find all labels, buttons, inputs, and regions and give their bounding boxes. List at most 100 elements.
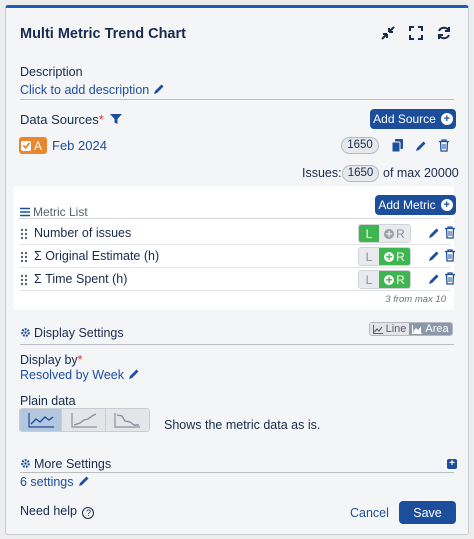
- drag-handle-icon[interactable]: [20, 274, 28, 286]
- metric-list-label: Metric List: [33, 205, 88, 219]
- right-axis-label: R: [396, 249, 405, 264]
- filter-icon[interactable]: [110, 113, 123, 125]
- save-button[interactable]: Save: [399, 501, 456, 524]
- gear-icon: [20, 327, 31, 338]
- cancel-button[interactable]: Cancel: [350, 506, 389, 520]
- right-axis-toggle[interactable]: + R: [379, 225, 410, 242]
- required-mark: *: [98, 112, 104, 127]
- edit-metric-icon[interactable]: [428, 272, 440, 285]
- drag-handle-icon[interactable]: [20, 251, 28, 263]
- need-help-label: Need help: [20, 504, 77, 518]
- delete-metric-icon[interactable]: [444, 249, 456, 262]
- right-axis-label: R: [396, 272, 405, 287]
- metric-list-header: Metric List: [20, 205, 88, 219]
- plus-icon: +: [384, 249, 395, 264]
- area-toggle-label: Area: [425, 323, 449, 335]
- chart-config-panel: Multi Metric Trend Chart Description Cli…: [5, 5, 469, 535]
- drag-handle-icon[interactable]: [20, 228, 28, 240]
- fullscreen-icon[interactable]: [408, 25, 424, 41]
- plain-data-label: Plain data: [20, 394, 76, 408]
- metric-row: Number of issues L + R: [20, 223, 455, 245]
- add-source-label: Add Source: [373, 112, 436, 126]
- area-chart-icon: [412, 324, 423, 334]
- pencil-icon: [153, 83, 165, 95]
- plus-icon: +: [384, 226, 395, 241]
- source-badge[interactable]: A: [19, 137, 47, 154]
- check-icon: [21, 140, 31, 151]
- plus-icon: +: [440, 199, 453, 211]
- display-by-label: Display by*: [20, 353, 83, 367]
- edit-metric-icon[interactable]: [428, 226, 440, 239]
- display-by-link[interactable]: Resolved by Week: [20, 367, 140, 382]
- refresh-icon[interactable]: [436, 25, 452, 41]
- delete-metric-icon[interactable]: [444, 226, 456, 239]
- plus-icon: +: [384, 272, 395, 287]
- display-settings-label: Display Settings: [34, 326, 124, 340]
- expand-more-settings-icon[interactable]: +: [447, 459, 457, 469]
- plain-data-description: Shows the metric data as is.: [164, 418, 321, 432]
- metric-list-panel: Metric List Add Metric + Number of issues…: [14, 186, 456, 310]
- gear-icon: [20, 458, 31, 469]
- right-axis-toggle[interactable]: + R: [379, 271, 410, 288]
- add-source-button[interactable]: Add Source +: [370, 109, 456, 129]
- axis-toggle: L + R: [358, 224, 411, 243]
- display-settings-header: Display Settings: [20, 326, 124, 340]
- display-by-value: Resolved by Week: [20, 368, 124, 382]
- edit-source-icon[interactable]: [415, 139, 427, 152]
- issues-max: of max 20000: [383, 166, 459, 180]
- pencil-icon: [128, 368, 140, 380]
- axis-toggle: L + R: [358, 247, 411, 266]
- edit-metric-icon[interactable]: [428, 249, 440, 262]
- add-metric-label: Add Metric: [378, 198, 436, 212]
- metric-name: Number of issues: [34, 226, 132, 240]
- display-settings-underline: [20, 344, 454, 345]
- metric-name: Σ Time Spent (h): [34, 272, 128, 286]
- panel-title: Multi Metric Trend Chart: [20, 26, 186, 42]
- plus-icon: +: [440, 113, 453, 125]
- data-sources-label-text: Data Sources: [20, 112, 99, 127]
- list-icon: [20, 206, 30, 217]
- add-metric-button[interactable]: Add Metric +: [375, 195, 456, 215]
- more-settings-underline: [20, 472, 454, 473]
- data-sources-label: Data Sources*: [20, 112, 123, 127]
- mode-plain[interactable]: [20, 409, 63, 431]
- mode-remaining[interactable]: [105, 409, 149, 431]
- left-axis-toggle[interactable]: L: [359, 271, 379, 288]
- metric-row: Σ Original Estimate (h) L + R: [20, 246, 455, 268]
- need-help-link[interactable]: Need help ?: [20, 504, 95, 519]
- description-label: Description: [20, 65, 83, 79]
- line-chart-icon: [372, 324, 383, 334]
- required-mark: *: [77, 353, 83, 367]
- pencil-icon: [78, 475, 90, 487]
- header-icons: [380, 25, 452, 41]
- cumulative-line-icon: [70, 412, 98, 428]
- metric-list-divider: [18, 218, 450, 219]
- description-link-text: Click to add description: [20, 83, 150, 97]
- source-count: 1650: [341, 137, 379, 154]
- source-badge-letter: A: [34, 138, 43, 153]
- line-toggle[interactable]: Line: [370, 323, 410, 335]
- metric-name: Σ Original Estimate (h): [34, 249, 160, 263]
- metric-row: Σ Time Spent (h) L + R: [20, 269, 455, 291]
- source-name[interactable]: Feb 2024: [52, 138, 107, 153]
- axis-toggle: L + R: [358, 270, 411, 289]
- left-axis-toggle[interactable]: L: [359, 225, 379, 242]
- right-axis-toggle[interactable]: + R: [379, 248, 410, 265]
- left-axis-toggle[interactable]: L: [359, 248, 379, 265]
- description-underline: [20, 99, 454, 100]
- more-settings-link[interactable]: 6 settings: [20, 474, 90, 489]
- line-area-toggle: Line Area: [369, 322, 453, 336]
- display-by-label-text: Display by: [20, 353, 78, 367]
- delete-metric-icon[interactable]: [444, 272, 456, 285]
- metric-count: 3 from max 10: [385, 294, 446, 305]
- copy-icon[interactable]: [391, 139, 404, 153]
- help-icon: ?: [82, 507, 95, 519]
- more-settings-header: More Settings: [20, 457, 111, 471]
- mode-cumulative[interactable]: [62, 409, 106, 431]
- area-toggle[interactable]: Area: [409, 323, 452, 335]
- delete-source-icon[interactable]: [438, 139, 450, 152]
- line-toggle-label: Line: [385, 323, 407, 335]
- minimize-icon[interactable]: [380, 25, 396, 41]
- description-link[interactable]: Click to add description: [20, 82, 165, 97]
- issues-count: 1650: [342, 165, 379, 182]
